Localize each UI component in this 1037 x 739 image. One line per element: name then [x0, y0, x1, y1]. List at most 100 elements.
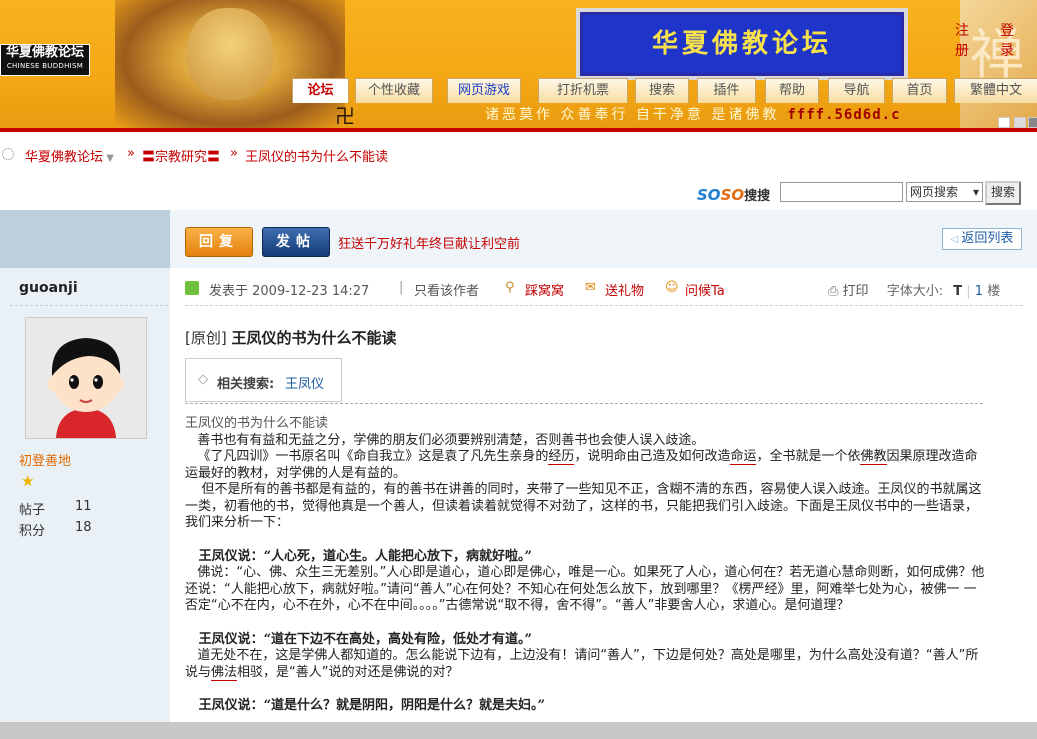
- keyword-link[interactable]: 命运: [730, 449, 757, 465]
- quote-heading: 王凤仪说：“人心死，道心生。人能把心放下，病就好啦。”: [185, 549, 985, 566]
- post-tools: ⎙ 打印 字体大小: T | 1 楼: [828, 280, 1000, 299]
- search-input[interactable]: [780, 182, 903, 202]
- breadcrumb-separator: »: [127, 146, 135, 161]
- paragraph: 善书也有有益和无益之分，学佛的朋友们必须要辨别清楚，否则善书也会使人误入歧途。: [185, 433, 985, 450]
- gift-icon: ✉: [585, 280, 596, 295]
- paragraph-text: 善书也有有益和无益之分，学佛的朋友们必须要辨别清楚，否则善书也会使人误入歧途。: [197, 432, 705, 448]
- paragraph-text: 相驳，是“善人”说的对还是佛说的对？: [237, 664, 459, 680]
- search-scope-select[interactable]: 网页搜索 ▾: [906, 182, 983, 202]
- quote-heading-text: 王凤仪说：“道在下边不在高处，高处有险，低处才有道。”: [198, 631, 533, 647]
- search-button[interactable]: 搜索: [985, 181, 1021, 205]
- loading-icon: [2, 148, 14, 160]
- gift-link[interactable]: 送礼物: [605, 280, 644, 299]
- points-label: 积分: [19, 524, 46, 539]
- nav-tab-webgames[interactable]: 网页游戏: [447, 78, 521, 103]
- register-link[interactable]: 注册: [955, 20, 969, 60]
- only-author-link[interactable]: 只看该作者: [414, 280, 479, 299]
- post-title: [原创] 王凤仪的书为什么不能读: [185, 327, 397, 348]
- avatar-image: [26, 318, 146, 438]
- breadcrumb-section[interactable]: 〓宗教研究〓: [142, 146, 220, 165]
- reply-button[interactable]: 回复: [185, 227, 253, 257]
- header-banner: 卍 华夏佛教论坛 CHINESE BUDDHISM 华夏佛教论坛 禅 注册 登录…: [0, 0, 1037, 130]
- font-size-toggle[interactable]: T: [953, 284, 962, 299]
- buddha-face: [187, 8, 273, 100]
- ticker-url[interactable]: ffff.56d6d.c: [787, 107, 900, 123]
- breadcrumb-thread[interactable]: 王凤仪的书为什么不能读: [245, 146, 388, 165]
- promo-link[interactable]: 狂送千万好礼年终巨献让利空前: [338, 233, 520, 252]
- post-body: 王凤仪的书为什么不能读 善书也有有益和无益之分，学佛的朋友们必须要辨别清楚，否则…: [185, 416, 985, 715]
- floor-label: 楼: [987, 284, 1001, 299]
- posts-value[interactable]: 11: [75, 499, 92, 514]
- greet-link[interactable]: 问候Ta: [685, 280, 725, 299]
- divider: [185, 403, 983, 404]
- quote-heading-text: 王凤仪说：“人心死，道心生。人能把心放下，病就好啦。”: [198, 548, 533, 564]
- nav-tab-flights[interactable]: 打折机票: [538, 78, 628, 103]
- nav-tab-help[interactable]: 帮助: [765, 78, 819, 103]
- nav-tab-favorites[interactable]: 个性收藏: [355, 78, 433, 103]
- breadcrumb-home[interactable]: 华夏佛教论坛 ▼: [25, 146, 114, 165]
- floor-number[interactable]: 1: [975, 284, 983, 299]
- quote-heading-text: 王凤仪说：“道是什么？就是阴阳，阴阳是什么？就是夫妇。”: [198, 698, 546, 713]
- points-value: 18: [75, 520, 92, 535]
- author-posts: 帖子 11: [19, 499, 92, 518]
- soso-logo-part1: SO: [697, 186, 721, 204]
- nav-tab-guide[interactable]: 导航: [828, 78, 885, 103]
- keyword-link[interactable]: 佛法: [211, 664, 238, 681]
- avatar[interactable]: [25, 317, 147, 439]
- print-icon: ⎙: [828, 284, 839, 299]
- nav-tab-forum[interactable]: 论坛: [292, 78, 349, 103]
- author-points: 积分 18: [19, 520, 92, 539]
- author-column-header: [0, 210, 170, 268]
- soso-logo-part2: SO: [720, 186, 745, 204]
- meta-separator: |: [966, 284, 971, 299]
- divider: [10, 305, 168, 306]
- author-name[interactable]: guoanji: [19, 280, 78, 296]
- site-logo[interactable]: 华夏佛教论坛 CHINESE BUDDHISM: [0, 44, 90, 76]
- chevron-down-icon: ▾: [972, 185, 979, 199]
- buddha-image: 卍: [115, 0, 355, 130]
- quote-heading: 王凤仪说：“道在下边不在高处，高处有险，低处才有道。”: [185, 632, 985, 649]
- login-link[interactable]: 登录: [1000, 20, 1014, 60]
- search-scope-value: 网页搜索: [910, 185, 959, 199]
- divider: [185, 305, 1023, 306]
- tag-icon: ◇: [198, 372, 208, 387]
- author-online-icon: [185, 281, 199, 295]
- font-size-label: 字体大小:: [886, 284, 944, 299]
- skin-swatch-gray[interactable]: [1014, 117, 1026, 128]
- paragraph-text: ，全书就是一个依: [756, 449, 861, 464]
- logo-text-cn: 华夏佛教论坛: [5, 45, 84, 60]
- author-rank: 初登善地: [19, 454, 72, 469]
- motto-text: 诸恶莫作 众善奉行 自干净意 是诸佛教: [485, 107, 780, 123]
- soso-logo: SOSO搜搜: [697, 185, 770, 204]
- print-link[interactable]: 打印: [843, 284, 869, 299]
- chevron-down-icon: ▼: [103, 153, 114, 164]
- post-subtitle: 王凤仪的书为什么不能读: [185, 416, 329, 431]
- breadcrumb-separator: »: [230, 146, 238, 161]
- nav-tab-search[interactable]: 搜索: [635, 78, 689, 103]
- horizontal-scrollbar[interactable]: [0, 722, 1037, 739]
- quote-heading: 王凤仪说：“道是什么？就是阴阳，阴阳是什么？就是夫妇。”: [185, 698, 985, 715]
- skin-swatch-white[interactable]: [998, 117, 1010, 128]
- posts-label: 帖子: [19, 503, 46, 518]
- nav-tab-traditional[interactable]: 繁體中文: [954, 78, 1037, 103]
- new-post-button[interactable]: 发帖: [262, 227, 330, 257]
- kick-link[interactable]: 踩窝窝: [525, 280, 564, 299]
- site-title-banner: 华夏佛教论坛: [576, 8, 908, 80]
- keyword-link[interactable]: 经历: [548, 449, 575, 465]
- zen-decoration: 禅: [960, 0, 1037, 130]
- skin-swatch-dark[interactable]: [1028, 117, 1037, 128]
- kick-icon: ⚲: [505, 280, 515, 295]
- back-arrow-icon: ◁: [950, 234, 962, 245]
- back-to-list-button[interactable]: ◁ 返回列表: [942, 228, 1022, 250]
- star-icon: ★: [21, 472, 35, 490]
- nav-tab-plugins[interactable]: 插件: [697, 78, 756, 103]
- keyword-link[interactable]: 佛教: [860, 449, 887, 465]
- back-to-list-label: 返回列表: [961, 231, 1014, 246]
- swastika-icon: 卍: [335, 104, 355, 128]
- nav-tab-home[interactable]: 首页: [892, 78, 947, 103]
- paragraph: 《了凡四训》一书原名叫《命自我立》这是袁了凡先生亲身的经历，说明命由己造及如何改…: [185, 449, 985, 482]
- paragraph: 但不是所有的善书都是有益的，有的善书在讲善的同时，夹带了一些知见不正，含糊不清的…: [185, 482, 985, 532]
- meta-separator: |: [399, 280, 404, 295]
- post-date: 发表于 2009-12-23 14:27: [209, 284, 370, 299]
- related-search-tag[interactable]: 王凤仪: [285, 373, 324, 392]
